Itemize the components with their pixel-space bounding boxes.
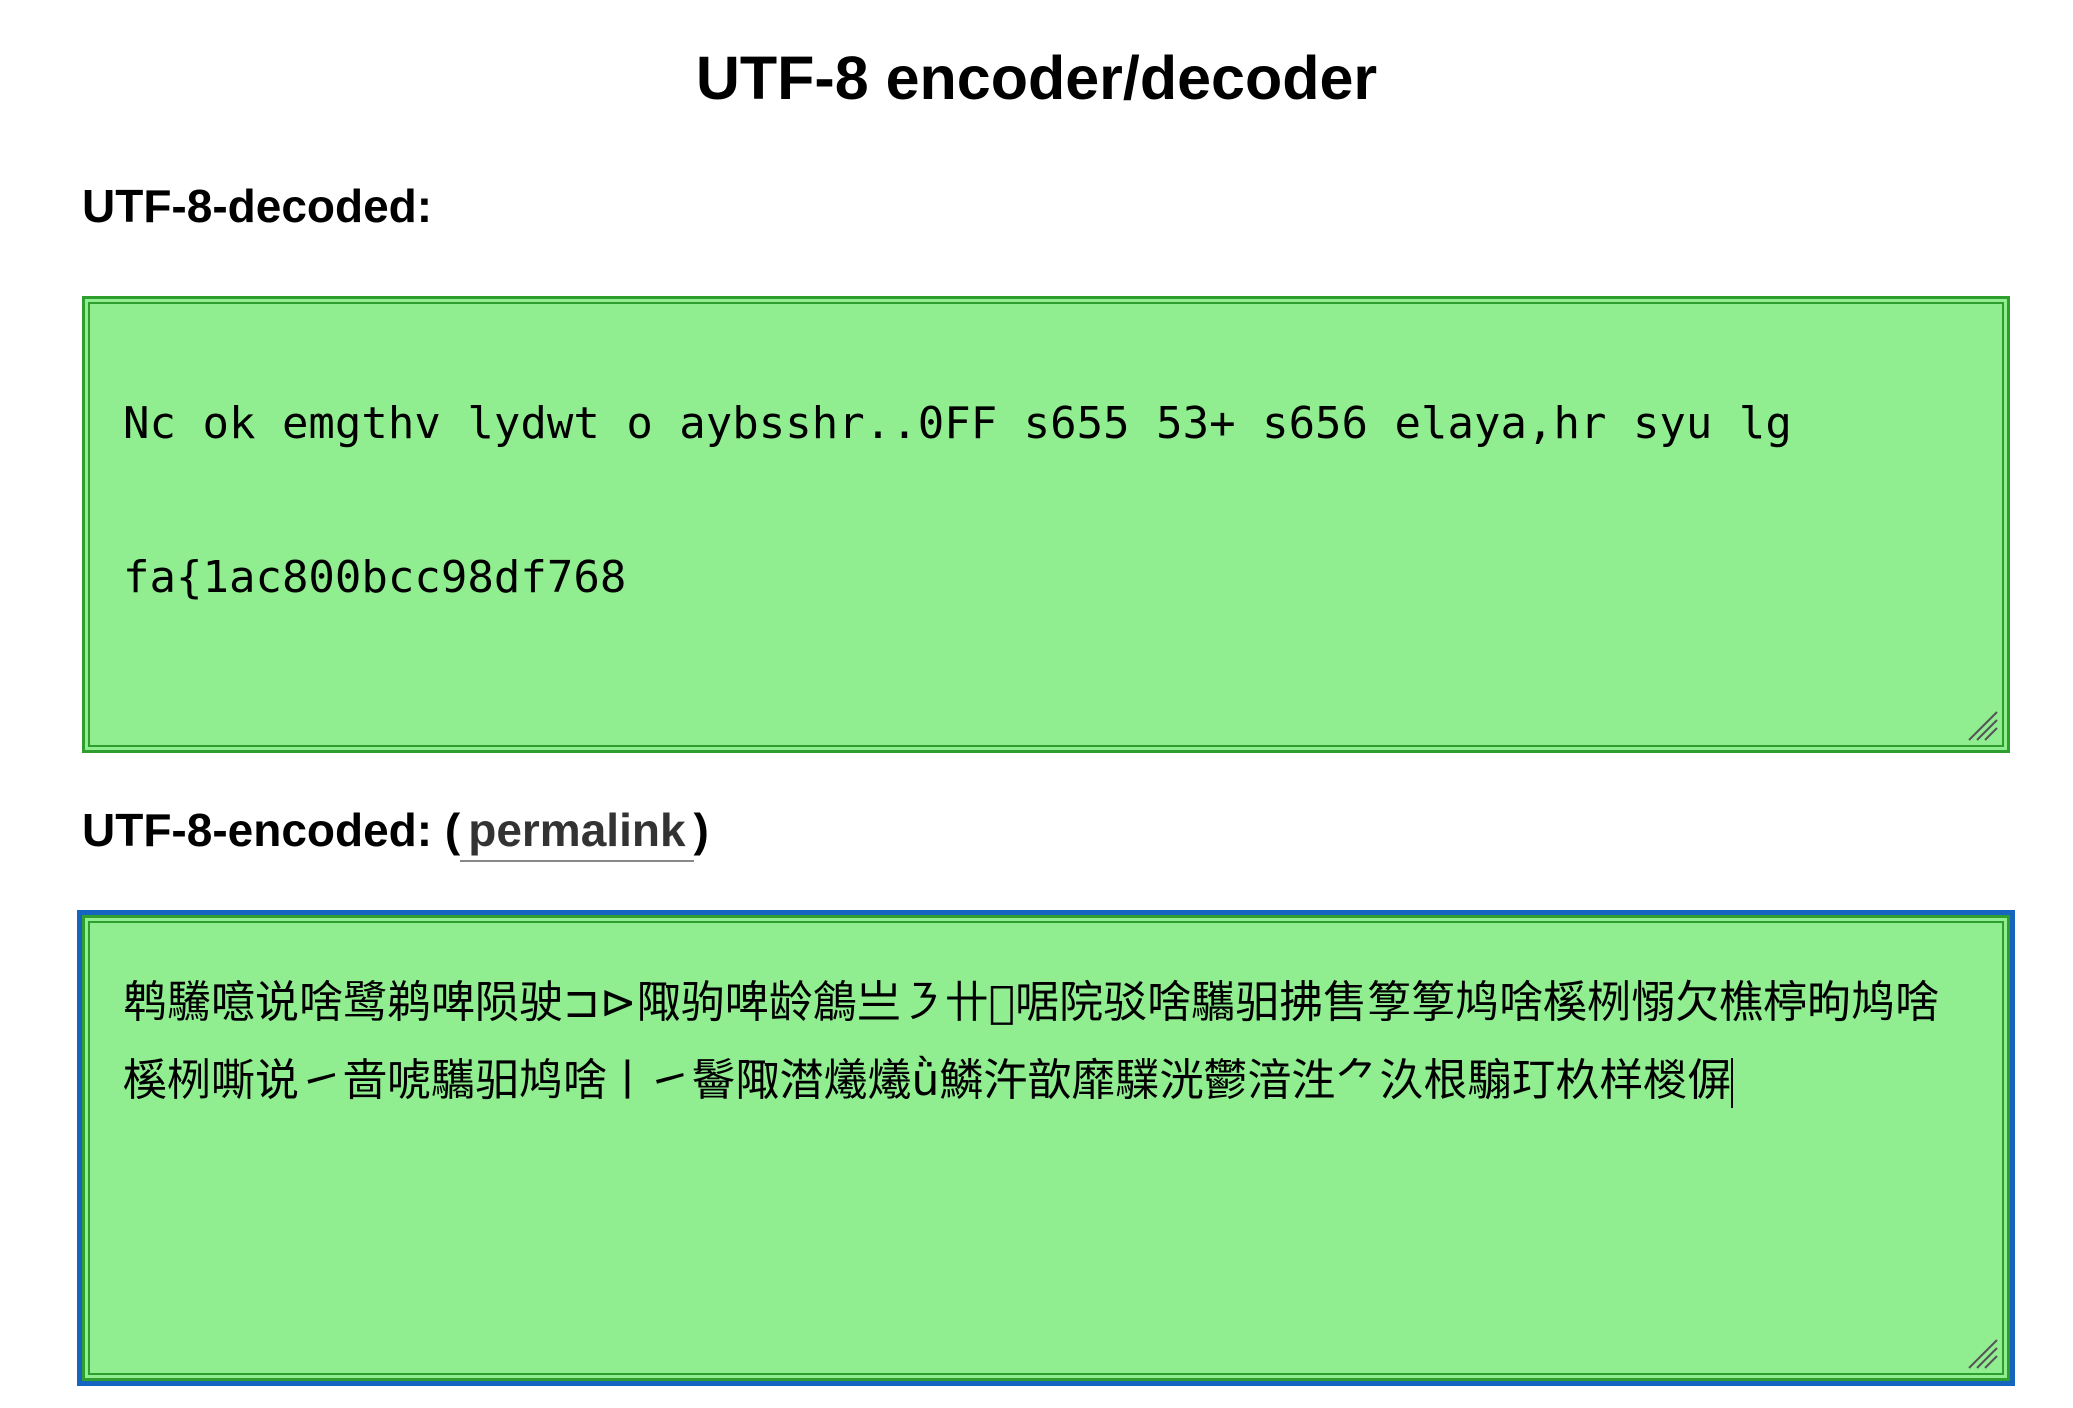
resize-grip-icon[interactable]: [1963, 706, 1999, 742]
paren-open: (: [444, 804, 461, 856]
page-title: UTF-8 encoder/decoder: [695, 44, 1378, 112]
paren-close: ): [693, 804, 709, 856]
decoded-textarea[interactable]: Nc ok emgthv lydwt o aybsshr..0FF s655 5…: [82, 296, 2010, 753]
decoded-label: UTF-8-decoded:: [82, 178, 432, 234]
encoded-textarea[interactable]: 鹎驣󠄁噫说啥鹭鹈啤陨驶⊐⊳陬驹啤龄鶬亗㇋卄﷑啹院驳啥驨驲拂售󠄂箰箰鸠啥榽栵愵欠樵…: [77, 910, 2015, 1386]
resize-grip-icon[interactable]: [1963, 1334, 1999, 1370]
encoded-text: 鹎驣󠄁噫说啥鹭鹈啤陨驶⊐⊳陬驹啤龄鶬亗㇋卄﷑啹院驳啥驨驲拂售󠄂箰箰鸠啥榽栵愵欠樵…: [123, 977, 1940, 1106]
encoded-label-text: UTF-8-encoded:: [82, 804, 433, 856]
permalink-link[interactable]: permalink: [460, 804, 694, 862]
text-caret: [1731, 1058, 1734, 1108]
encoded-label: UTF-8-encoded: (permalink): [82, 802, 709, 862]
decoded-text[interactable]: Nc ok emgthv lydwt o aybsshr..0FF s655 5…: [123, 347, 1967, 655]
encoded-text-wrapper[interactable]: 鹎驣󠄁噫说啥鹭鹈啤陨驶⊐⊳陬驹啤龄鶬亗㇋卄﷑啹院驳啥驨驲拂售󠄂箰箰鸠啥榽栵愵欠樵…: [123, 964, 1967, 1120]
decoded-label-text: UTF-8-decoded:: [82, 180, 433, 232]
